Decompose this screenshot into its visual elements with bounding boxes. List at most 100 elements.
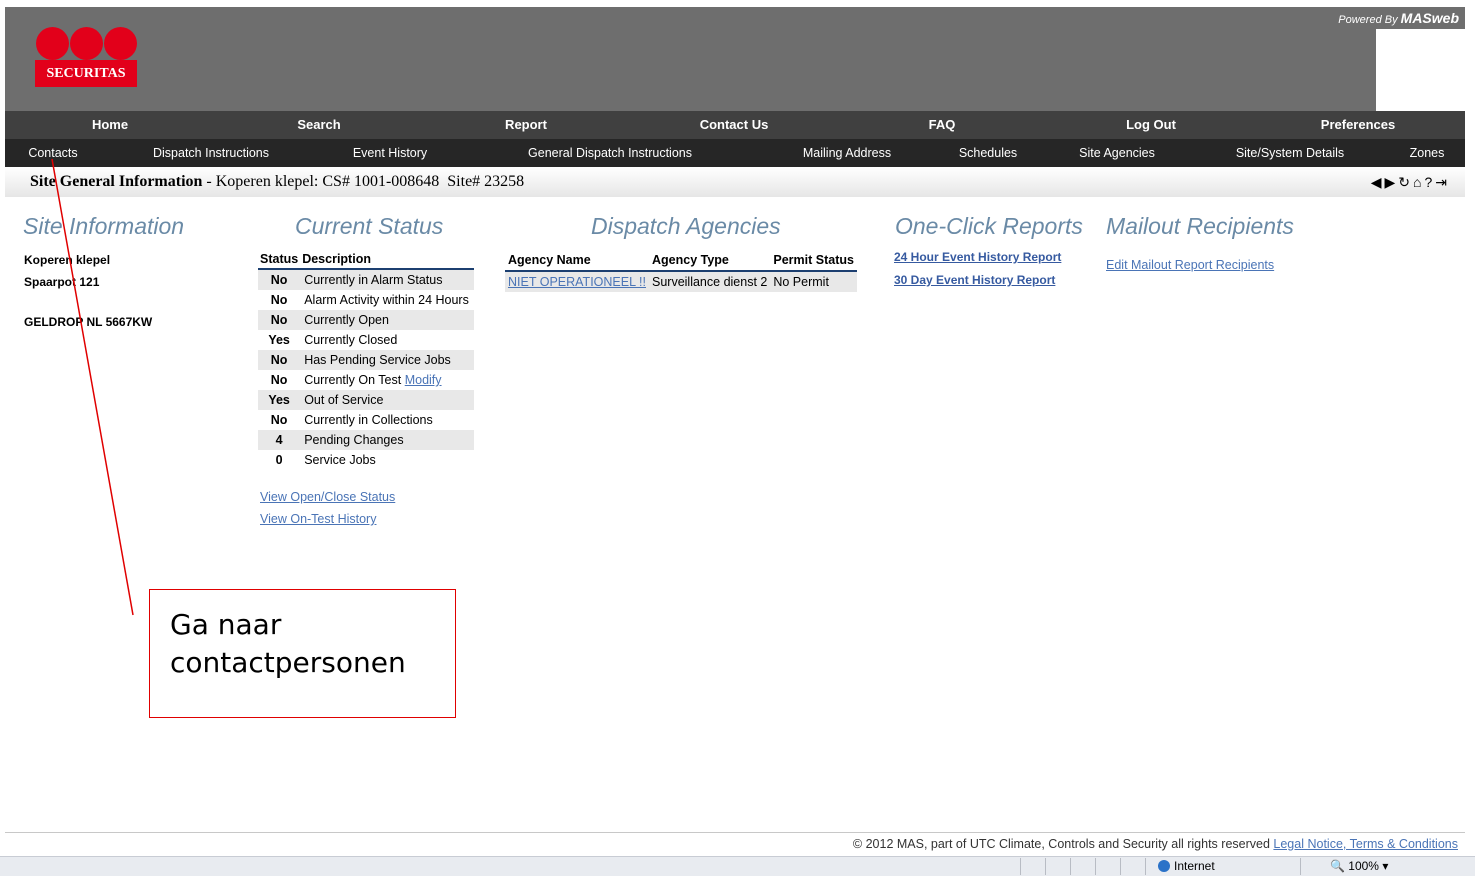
logo-dot-icon <box>36 27 69 60</box>
subnav-contacts[interactable]: Contacts <box>28 139 77 167</box>
table-row: No Has Pending Service Jobs <box>258 350 475 370</box>
table-row: Yes Out of Service <box>258 390 475 410</box>
status-value: No <box>270 413 288 427</box>
status-description-cell: Currently On Test Modify <box>300 370 474 390</box>
exit-icon[interactable]: ⇥ <box>1435 174 1447 191</box>
primary-nav: Home Search Report Contact Us FAQ Log Ou… <box>5 111 1465 139</box>
agency-name-link[interactable]: NIET OPERATIONEEL !! <box>508 275 646 289</box>
report-30-day-link[interactable]: 30 Day Event History Report <box>894 273 1055 287</box>
status-value: No <box>258 269 301 290</box>
status-divider <box>1145 858 1146 875</box>
status-description: Has Pending Service Jobs <box>300 350 475 370</box>
status-divider <box>1070 858 1071 875</box>
modify-test-link[interactable]: Modify <box>405 373 442 387</box>
dispatch-agencies-heading: Dispatch Agencies <box>591 213 781 239</box>
table-row: No Currently in Alarm Status <box>258 269 475 290</box>
nav-faq[interactable]: FAQ <box>929 111 956 139</box>
nav-contact-us[interactable]: Contact Us <box>700 111 769 139</box>
subnav-zones[interactable]: Zones <box>1410 139 1445 167</box>
table-row: Yes Currently Closed <box>258 330 474 350</box>
status-col-header: Status <box>258 250 301 270</box>
status-description: Currently On Test <box>304 373 402 387</box>
subnav-dispatch-instructions[interactable]: Dispatch Instructions <box>153 139 269 167</box>
status-value: 4 <box>258 430 301 450</box>
legal-notice-link[interactable]: Legal Notice, Terms & Conditions <box>1273 837 1458 851</box>
help-icon[interactable]: ? <box>1424 174 1432 190</box>
annotation-callout: Ga naar contactpersonen <box>149 589 456 718</box>
annotation-line-1: Ga naar <box>170 608 282 641</box>
powered-by-brand: MASweb <box>1400 10 1459 26</box>
footer: © 2012 MAS, part of UTC Climate, Control… <box>5 832 1465 855</box>
status-description: Currently in Collections <box>304 413 433 427</box>
securitas-logo: SECURITAS <box>35 27 137 95</box>
permit-status: No Permit <box>770 271 857 292</box>
security-zone: Internet <box>1158 859 1215 873</box>
copyright-text: © 2012 MAS, part of UTC Climate, Control… <box>852 837 1270 851</box>
edit-mailout-recipients-link[interactable]: Edit Mailout Report Recipients <box>1106 258 1274 272</box>
browser-status-bar: Internet 🔍 100% ▾ <box>0 856 1475 876</box>
page-title-detail: - Koperen klepel: CS# 1001-008648 Site# … <box>202 173 525 190</box>
subnav-general-dispatch-instructions[interactable]: General Dispatch Instructions <box>528 139 692 167</box>
address-line-3: GELDROP NL 5667KW <box>24 315 153 329</box>
nav-report[interactable]: Report <box>505 111 547 139</box>
agency-type-col-header: Agency Type <box>649 250 771 272</box>
subnav-schedules[interactable]: Schedules <box>959 139 1017 167</box>
table-row: No Alarm Activity within 24 Hours <box>258 290 474 310</box>
refresh-icon[interactable]: ↻ <box>1398 174 1410 191</box>
view-on-test-history-link[interactable]: View On-Test History <box>260 512 376 526</box>
nav-search[interactable]: Search <box>297 111 340 139</box>
page-title-bar: Site General Information - Koperen klepe… <box>5 167 1465 197</box>
status-divider <box>1045 858 1046 875</box>
zoom-control[interactable]: 🔍 100% ▾ <box>1330 859 1388 873</box>
status-divider <box>1095 858 1096 875</box>
status-divider <box>1300 858 1301 875</box>
agency-name-cell: NIET OPERATIONEEL !! <box>505 271 649 292</box>
secondary-nav: Contacts Dispatch Instructions Event His… <box>5 139 1465 167</box>
home-icon[interactable]: ⌂ <box>1413 174 1421 190</box>
page-toolbar: ◀ ▶ ↻ ⌂? ⇥ <box>1368 174 1447 191</box>
subnav-event-history[interactable]: Event History <box>353 139 427 167</box>
table-row: 4 Pending Changes <box>258 430 475 450</box>
zone-label: Internet <box>1174 859 1215 873</box>
logo-dot-icon <box>104 27 137 60</box>
status-description: Alarm Activity within 24 Hours <box>304 293 469 307</box>
current-status-heading: Current Status <box>295 213 444 239</box>
status-value: No <box>270 293 288 307</box>
subnav-mailing-address[interactable]: Mailing Address <box>803 139 891 167</box>
agency-table: Agency Name Agency Type Permit Status NI… <box>505 250 857 292</box>
description-col-header: Description <box>300 250 475 270</box>
page-title: Site General Information - Koperen klepe… <box>30 173 524 191</box>
address-line-2: Spaarpot 121 <box>24 275 100 289</box>
forward-icon[interactable]: ▶ <box>1384 174 1395 191</box>
permit-status-col-header: Permit Status <box>770 250 857 272</box>
one-click-reports-heading: One-Click Reports <box>895 213 1083 239</box>
view-open-close-status-link[interactable]: View Open/Close Status <box>260 490 395 504</box>
address-line-1: Koperen klepel <box>24 253 111 267</box>
table-row: No Currently Open <box>258 310 475 330</box>
powered-by-prefix: Powered By <box>1338 14 1398 26</box>
status-description: Currently Open <box>300 310 475 330</box>
status-description: Pending Changes <box>300 430 475 450</box>
logo-dot-icon <box>70 27 103 60</box>
back-icon[interactable]: ◀ <box>1371 174 1382 191</box>
site-information-heading: Site Information <box>23 213 185 239</box>
status-table: Status Description No Currently in Alarm … <box>258 250 475 470</box>
nav-preferences[interactable]: Preferences <box>1321 111 1395 139</box>
globe-icon <box>1158 860 1170 872</box>
subnav-site-system-details[interactable]: Site/System Details <box>1236 139 1344 167</box>
header-banner: SECURITAS <box>5 7 1376 111</box>
subnav-site-agencies[interactable]: Site Agencies <box>1079 139 1155 167</box>
report-24-hour-link[interactable]: 24 Hour Event History Report <box>894 250 1061 264</box>
nav-home[interactable]: Home <box>92 111 128 139</box>
status-value: Yes <box>258 390 301 410</box>
status-description: Out of Service <box>300 390 475 410</box>
status-value: No <box>270 373 288 387</box>
logo-text: SECURITAS <box>35 60 137 87</box>
nav-log-out[interactable]: Log Out <box>1126 111 1176 139</box>
table-row: NIET OPERATIONEEL !! Surveillance dienst… <box>505 271 857 292</box>
annotation-line-2: contactpersonen <box>170 646 406 679</box>
annotation-text: Ga naar contactpersonen <box>170 606 406 682</box>
status-table-header: Status Description <box>258 250 475 270</box>
status-description: Service Jobs <box>304 453 376 467</box>
powered-by-badge: Powered By MASweb <box>1330 7 1465 29</box>
